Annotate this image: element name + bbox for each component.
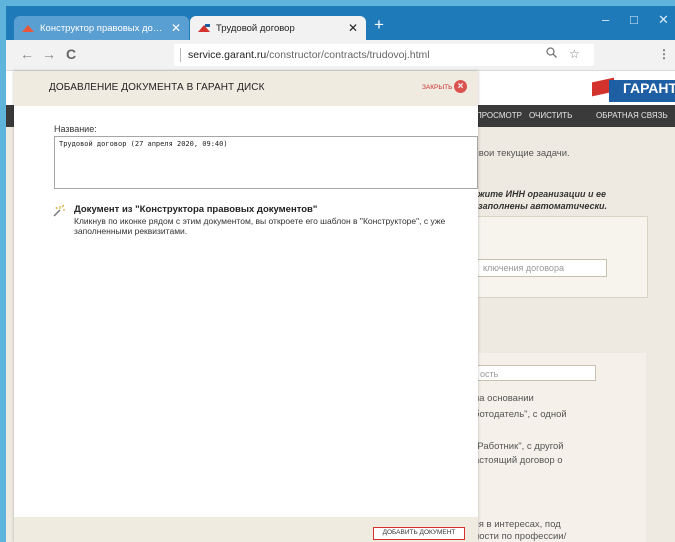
reload-icon[interactable]: C [66,46,76,62]
nav-preview[interactable]: ПРОСМОТР [476,111,522,120]
forward-icon[interactable]: → [42,46,56,62]
minimize-icon[interactable]: – [602,12,609,27]
tab-title: Конструктор правовых докуме [40,22,165,34]
tab-employment-contract[interactable]: Трудовой договор ✕ [190,16,366,40]
body-line: ботодатель", с одной [474,409,567,420]
dialog-header: ДОБАВЛЕНИЕ ДОКУМЕНТА В ГАРАНТ ДИСК ЗАКРЫ… [14,71,478,106]
window-close-icon[interactable]: ✕ [658,12,669,28]
back-icon[interactable]: ← [20,46,34,62]
new-tab-button[interactable]: + [374,15,384,35]
browser-toolbar: ← → C service.garant.ru/constructor/cont… [6,40,675,71]
zoom-icon[interactable] [546,47,557,61]
address-separator [180,48,181,62]
dialog-title: ДОБАВЛЕНИЕ ДОКУМЕНТА В ГАРАНТ ДИСК [49,82,265,93]
document-name-field[interactable]: Трудовой договор (27 апреля 2020, 09:40) [54,136,478,189]
site-hint-line1: жите ИНН организации и ее [478,189,607,199]
body-line: астоящий договор о [474,455,563,466]
city-input[interactable]: ость [474,365,596,381]
tab-close-icon[interactable]: ✕ [348,21,358,35]
address-url[interactable]: service.garant.ru/constructor/contracts/… [188,49,430,61]
garant-logo[interactable]: ГАРАНТ [609,80,675,102]
body-line: ности по профессии/ [474,531,567,542]
url-path: /constructor/contracts/trudovoj.html [266,49,430,61]
menu-icon[interactable]: ⋮ [658,47,670,61]
add-document-button[interactable]: ДОБАВИТЬ ДОКУМЕНТ [373,527,465,540]
browser-titlebar: Конструктор правовых докуме ✕ Трудовой д… [6,6,675,40]
contract-date-input[interactable]: ключения договора [477,259,607,277]
constructor-document-icon [53,204,65,217]
tab-title: Трудовой договор [216,22,295,34]
nav-clear[interactable]: ОЧИСТИТЬ [529,111,572,120]
body-line: "Работник", с другой [474,441,564,452]
name-label: Название: [54,124,97,134]
tab-close-icon[interactable]: ✕ [171,21,181,35]
tab-constructor[interactable]: Конструктор правовых докуме ✕ [14,16,189,40]
bookmark-star-icon[interactable]: ☆ [569,47,580,61]
add-document-dialog: ДОБАВЛЕНИЕ ДОКУМЕНТА В ГАРАНТ ДИСК ЗАКРЫ… [14,71,478,542]
url-domain: service.garant.ru [188,49,267,61]
nav-feedback[interactable]: ОБРАТНАЯ СВЯЗЬ [596,111,668,120]
close-link[interactable]: ЗАКРЫТЬ [422,84,452,91]
body-line: ся в интересах, под [474,519,561,530]
site-hint-line2: заполнены автоматически. [478,201,608,211]
garant-favicon-icon [198,24,210,32]
address-bar[interactable]: service.garant.ru/constructor/contracts/… [174,44,594,66]
body-line: на основании [474,393,534,404]
garant-favicon-icon [22,25,34,32]
close-icon[interactable]: × [454,80,467,93]
document-source-description: Кликнув по иконке рядом с этим документо… [74,216,446,236]
site-tasks-text: свои текущие задачи. [474,148,570,159]
maximize-icon[interactable]: □ [630,12,638,27]
document-source-heading: Документ из "Конструктора правовых докум… [74,204,318,215]
